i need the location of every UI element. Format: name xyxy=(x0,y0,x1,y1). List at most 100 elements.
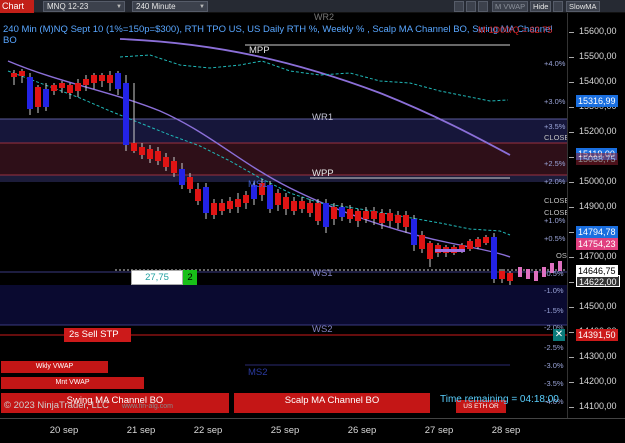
candle-body xyxy=(107,75,113,83)
candle-body xyxy=(155,151,161,161)
sell-stop-order[interactable]: 2s Sell STP xyxy=(64,328,131,342)
projection-marker xyxy=(534,271,538,281)
candle-body xyxy=(163,157,169,167)
candle-body xyxy=(19,71,25,76)
date-tick-label: 20 sep xyxy=(49,425,79,436)
chart-tab[interactable]: Chart xyxy=(0,0,34,13)
close-label: CLOSE xyxy=(544,196,567,205)
mpp-price-badge: 15316,99 xyxy=(576,95,618,107)
ws1-zone xyxy=(0,285,567,325)
wkly-vwap-button[interactable]: Wkly VWAP xyxy=(1,361,108,373)
dropdown-icon[interactable] xyxy=(553,1,563,12)
candle-body xyxy=(51,85,57,91)
chart-panel[interactable]: 240 Min (M)NQ Sept 10 (1%=150p=$300), RT… xyxy=(0,13,567,418)
candle-body xyxy=(219,203,225,211)
candle-body xyxy=(475,239,481,247)
wr1-label: WR1 xyxy=(312,112,334,123)
date-tick-label: 27 sep xyxy=(424,425,454,436)
tpo-marker xyxy=(435,249,465,252)
date-tick-label: 25 sep xyxy=(270,425,300,436)
candle-body xyxy=(323,203,329,227)
pct-label: +4.0% xyxy=(544,59,566,68)
wr1-price-badge: 15088,75 xyxy=(576,153,618,165)
candle-body xyxy=(203,187,209,213)
candle-body xyxy=(35,87,41,107)
candle-body xyxy=(371,211,377,219)
chevron-down-icon: ▼ xyxy=(116,4,122,10)
draw-tool-icon[interactable] xyxy=(466,1,476,12)
candle-body xyxy=(243,195,249,203)
candle-body xyxy=(123,83,129,145)
ws1-label: WS1 xyxy=(312,268,333,279)
instrument-selector[interactable]: MNQ 12-23 ▼ xyxy=(43,1,125,12)
price-tick-label: 14500,00 xyxy=(569,301,617,311)
vwap-toggle-button[interactable]: M VWAP xyxy=(492,1,529,12)
candle-body xyxy=(99,75,105,81)
price-axis[interactable]: 15600,0015500,0015400,0015300,0015200,00… xyxy=(567,13,625,418)
ms1-label: MS1 xyxy=(248,179,268,190)
crosshair-icon[interactable] xyxy=(454,1,464,12)
candle-body xyxy=(283,197,289,209)
hide-button[interactable]: Hide xyxy=(530,1,552,12)
candle-body xyxy=(499,271,505,279)
close-icon[interactable]: ✕ xyxy=(553,329,565,341)
pct-label: -3.0% xyxy=(544,361,564,370)
candle-body xyxy=(59,83,65,88)
candle-body xyxy=(131,143,137,151)
candle-body xyxy=(211,203,217,215)
interval-selector[interactable]: 240 Minute ▼ xyxy=(132,1,208,12)
candle-body xyxy=(355,211,361,221)
date-tick-label: 21 sep xyxy=(126,425,156,436)
pct-label: -2.5% xyxy=(544,343,564,352)
ws2-label: WS2 xyxy=(312,324,333,335)
ose-label: OSE xyxy=(556,251,567,260)
position-avg-price[interactable]: 27,75 xyxy=(131,270,183,285)
price-tick-label: 15200,00 xyxy=(569,126,617,136)
fast-ma-upper xyxy=(119,54,509,102)
top-right-readout: M-1D00/Q = 62.75 xyxy=(478,25,553,35)
candle-body xyxy=(275,193,281,205)
pct-label: +2.5% xyxy=(544,159,566,168)
close-label: CLOSE xyxy=(544,208,567,217)
candle-body xyxy=(347,209,353,219)
candle-body xyxy=(507,273,513,281)
close-label: CLOSE xyxy=(544,133,567,142)
candle-body xyxy=(403,215,409,227)
instrument-label: MNQ 12-23 xyxy=(47,2,89,11)
price-tick-label: 14100,00 xyxy=(569,401,617,411)
scalp-ma-button[interactable]: Scalp MA Channel BO xyxy=(234,393,430,413)
candle-body xyxy=(171,161,177,173)
candle-body xyxy=(363,211,369,219)
candle-body xyxy=(307,203,313,213)
candle-body xyxy=(315,203,321,221)
candle-body xyxy=(387,213,393,221)
candle-body xyxy=(299,201,305,209)
pct-label: +2.0% xyxy=(544,177,566,186)
mpp-label: MPP xyxy=(249,45,270,56)
candle-body xyxy=(75,83,81,91)
stop-price-badge: 14391,50 xyxy=(576,329,618,341)
chart-canvas xyxy=(0,38,567,366)
candle-body xyxy=(395,215,401,223)
slowma-button[interactable]: SlowMA xyxy=(566,1,600,12)
mnt-vwap-button[interactable]: Mnt VWAP xyxy=(1,377,144,389)
date-tick-label: 22 sep xyxy=(193,425,223,436)
price-tick-label: 14900,00 xyxy=(569,201,617,211)
ma-price-badge: 14794,78 xyxy=(576,226,618,238)
properties-icon[interactable] xyxy=(478,1,488,12)
candle-body xyxy=(43,89,49,107)
chart-toolbar: Chart MNQ 12-23 ▼ 240 Minute ▼ M VWAP Hi… xyxy=(0,0,625,13)
pct-label: -0.5% xyxy=(544,269,564,278)
resistance-zone xyxy=(0,143,567,175)
watermark-url: www.fin-alg.com xyxy=(122,403,173,410)
candle-body xyxy=(419,235,425,249)
position-quantity[interactable]: 2 xyxy=(183,270,197,285)
candle-body xyxy=(267,185,273,209)
wr2-label: WR2 xyxy=(314,13,334,22)
last-price-badge: 14646,75 xyxy=(576,265,618,277)
date-axis[interactable]: 20 sep 21 sep 22 sep 25 sep 26 sep 27 sep 28 s… xyxy=(0,418,625,443)
time-remaining: Time remaining = 04:18:00 xyxy=(440,394,559,405)
pct-label: +3.0% xyxy=(544,97,566,106)
ms2-label: MS2 xyxy=(248,367,268,378)
date-tick-label: 28 sep xyxy=(491,425,521,436)
